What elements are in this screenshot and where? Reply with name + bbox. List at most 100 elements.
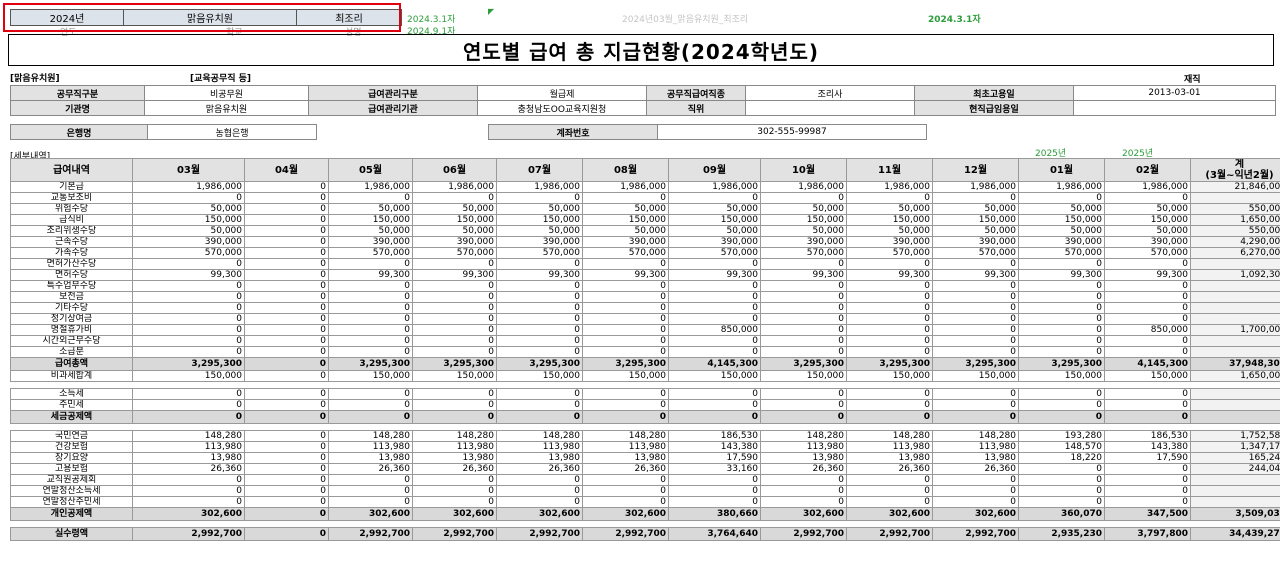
amount-cell: 186,530 (1104, 430, 1191, 442)
row-total-cell: 0 (1190, 388, 1280, 400)
amount-cell: 13,980 (932, 452, 1019, 464)
amount-cell: 99,300 (668, 269, 761, 281)
info-label: 직위 (646, 100, 746, 116)
amount-cell: 0 (668, 335, 761, 347)
amount-cell: 150,000 (496, 370, 583, 382)
table-row: 명절휴가비000000850,0000000850,0001,700,000 (10, 324, 1280, 336)
amount-cell: 570,000 (1018, 247, 1105, 259)
amount-cell: 150,000 (668, 370, 761, 382)
date-note-3: 2024.3.1자 (928, 15, 981, 25)
amount-cell: 50,000 (1018, 225, 1105, 237)
amount-cell: 390,000 (496, 236, 583, 248)
info-value: 맑음유치원 (144, 100, 309, 116)
amount-cell: 570,000 (582, 247, 669, 259)
amount-cell: 3,797,800 (1104, 527, 1191, 541)
amount-cell: 150,000 (582, 214, 669, 226)
amount-cell: 0 (846, 258, 933, 270)
col-header-month: 10월 (760, 158, 847, 182)
amount-cell: 0 (496, 399, 583, 411)
amount-cell: 0 (932, 496, 1019, 508)
amount-cell: 50,000 (932, 225, 1019, 237)
amount-cell: 26,360 (760, 463, 847, 475)
amount-cell: 0 (244, 247, 329, 259)
row-total-cell: 1,650,000 (1190, 370, 1280, 382)
info-value: 월급제 (477, 85, 647, 101)
table-row: 연말정산주민세0000000000000 (10, 496, 1280, 508)
info-label: 공무직급여직종 (646, 85, 746, 101)
row-label: 세금공제액 (10, 410, 133, 424)
row-total-cell: 37,948,300 (1190, 357, 1280, 371)
amount-cell: 0 (496, 280, 583, 292)
amount-cell: 2,992,700 (760, 527, 847, 541)
amount-cell: 0 (1018, 474, 1105, 486)
table-row: 연말정산소득세0000000000000 (10, 485, 1280, 497)
amount-cell: 113,980 (932, 441, 1019, 453)
amount-cell: 148,570 (1018, 441, 1105, 453)
salary-body: 기본급 1,986,000 0 1,986,000 1,986,000 1,986,000… (10, 181, 1280, 541)
amount-cell: 99,300 (132, 269, 245, 281)
amount-cell: 50,000 (1018, 203, 1105, 215)
amount-cell: 0 (1018, 313, 1105, 325)
amount-cell: 0 (1104, 291, 1191, 303)
table-row: 면허가산수당0000000000000 (10, 258, 1280, 270)
amount-cell: 113,980 (846, 441, 933, 453)
amount-cell: 113,980 (412, 441, 497, 453)
info-row-1: 공무직구분 비공무원 급여관리구분 월급제 공무직급여직종 조리사 최초고용일 … (10, 85, 1276, 101)
row-total-cell: 3,509,030 (1190, 507, 1280, 521)
amount-cell: 0 (132, 192, 245, 204)
amount-cell: 2,992,700 (932, 527, 1019, 541)
amount-cell: 0 (244, 280, 329, 292)
row-label: 소득세 (10, 388, 133, 400)
amount-cell: 0 (496, 474, 583, 486)
amount-cell: 1,986,000 (846, 181, 933, 193)
amount-cell: 0 (132, 335, 245, 347)
col-header-total: 계 (3월~익년2월) (1190, 158, 1280, 182)
amount-cell: 50,000 (412, 203, 497, 215)
amount-cell: 0 (1104, 258, 1191, 270)
amount-cell: 0 (412, 335, 497, 347)
selection-highlight (3, 3, 401, 32)
table-row: 비과세합계 150,000 0 150,000 150,000 150,000 150,00… (10, 370, 1280, 382)
section-gap (10, 520, 1280, 528)
amount-cell: 0 (760, 313, 847, 325)
amount-cell: 0 (244, 324, 329, 336)
amount-cell: 0 (760, 346, 847, 358)
amount-cell: 0 (846, 388, 933, 400)
amount-cell: 1,986,000 (1104, 181, 1191, 193)
row-total-cell: 0 (1190, 192, 1280, 204)
amount-cell: 0 (1018, 399, 1105, 411)
col-header-month: 08월 (582, 158, 669, 182)
row-label: 기타수당 (10, 302, 133, 314)
amount-cell: 0 (496, 335, 583, 347)
amount-cell: 0 (1104, 346, 1191, 358)
amount-cell: 0 (760, 496, 847, 508)
amount-cell: 0 (760, 399, 847, 411)
amount-cell: 0 (1104, 192, 1191, 204)
table-row: 가족수당 570,000 0 570,000 570,000 570,000 570,000… (10, 247, 1280, 259)
amount-cell: 0 (846, 280, 933, 292)
row-label: 명절휴가비 (10, 324, 133, 336)
amount-cell: 570,000 (932, 247, 1019, 259)
amount-cell: 0 (244, 236, 329, 248)
amount-cell: 0 (244, 346, 329, 358)
amount-cell: 0 (846, 410, 933, 424)
amount-cell: 143,380 (668, 441, 761, 453)
amount-cell: 50,000 (582, 225, 669, 237)
amount-cell: 302,600 (328, 507, 413, 521)
amount-cell: 0 (244, 441, 329, 453)
row-label: 기본급 (10, 181, 133, 193)
amount-cell: 0 (846, 399, 933, 411)
staff-label: [교육공무직 등] (190, 74, 252, 84)
amount-cell: 0 (760, 388, 847, 400)
table-row: 기본급 1,986,000 0 1,986,000 1,986,000 1,986,000… (10, 181, 1280, 193)
amount-cell: 0 (412, 192, 497, 204)
amount-cell: 0 (496, 388, 583, 400)
amount-cell: 150,000 (1018, 214, 1105, 226)
amount-cell: 0 (846, 324, 933, 336)
amount-cell: 0 (496, 496, 583, 508)
amount-cell: 99,300 (1104, 269, 1191, 281)
col-header-total-range: (3월~익년2월) (1205, 170, 1274, 181)
org-label: [맑음유치원] (10, 74, 60, 84)
amount-cell: 148,280 (846, 430, 933, 442)
amount-cell: 99,300 (328, 269, 413, 281)
